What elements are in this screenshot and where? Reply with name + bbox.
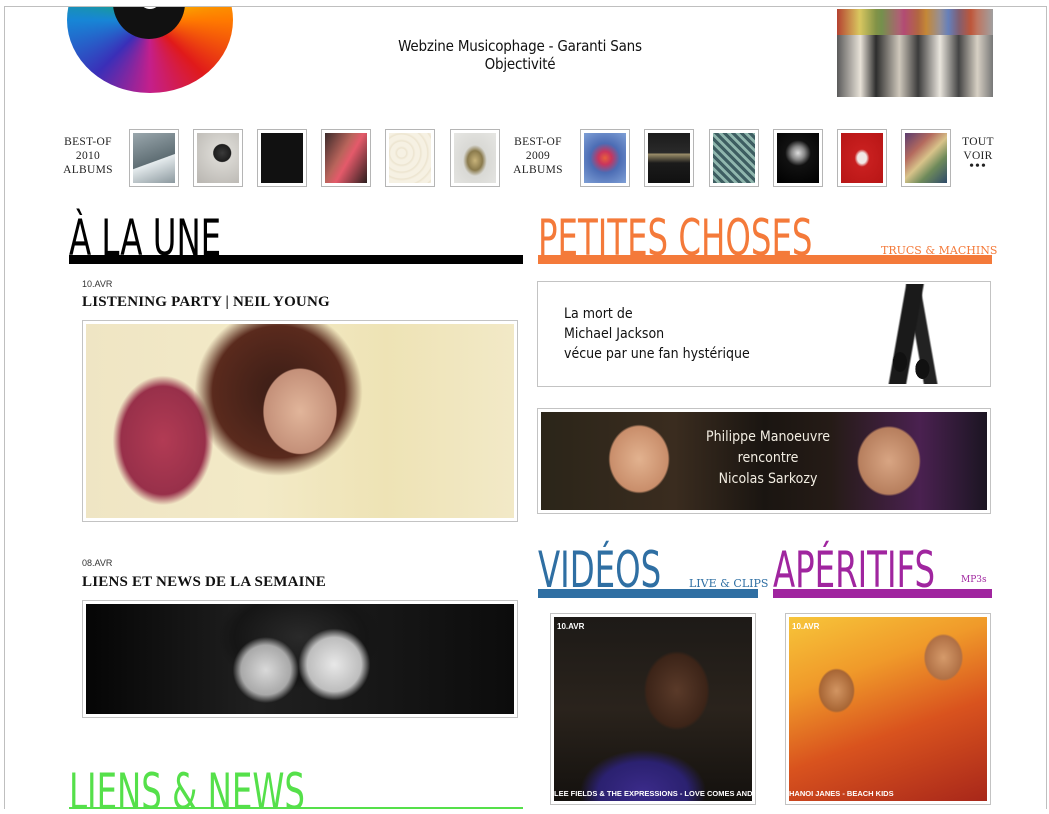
album-cover[interactable] — [709, 129, 759, 187]
album-cover[interactable] — [773, 129, 823, 187]
michael-jackson-feet-image — [876, 284, 956, 384]
section-title-videos[interactable]: VIDÉOS — [538, 545, 661, 595]
album-cover[interactable] — [580, 129, 630, 187]
album-cover[interactable] — [385, 129, 435, 187]
album-cover[interactable] — [321, 129, 371, 187]
site-tagline: Webzine Musicophage - Garanti Sans Objec… — [398, 37, 642, 73]
liens-news-bar — [69, 807, 523, 809]
best-of-2010-label[interactable]: BEST-OF 2010 ALBUMS — [61, 135, 115, 177]
section-title-aperitifs[interactable]: APÉRITIFS — [773, 545, 935, 595]
videos-bar — [538, 589, 758, 598]
site-logo[interactable] — [67, 7, 233, 93]
article-image-liens-news[interactable] — [82, 600, 518, 718]
album-cover[interactable] — [450, 129, 500, 187]
album-cover[interactable] — [644, 129, 694, 187]
petites-choses-bar — [538, 255, 992, 264]
article-date: 08.AVR — [82, 558, 113, 568]
best-of-2009-label[interactable]: BEST-OF 2009 ALBUMS — [511, 135, 565, 177]
video-item-lee-fields[interactable]: 10.AVR LEE FIELDS & THE EXPRESSIONS - LO… — [550, 613, 756, 805]
album-cover[interactable] — [257, 129, 307, 187]
more-dots-icon: ••• — [969, 159, 987, 174]
aperitifs-subtitle: MP3s — [961, 575, 987, 585]
aperitif-caption: HANOI JANES - BEACH KIDS — [789, 789, 894, 798]
video-caption: LEE FIELDS & THE EXPRESSIONS - LOVE COME… — [554, 789, 752, 798]
tout-voir-link[interactable]: TOUT VOIR ••• — [951, 135, 1005, 174]
article-date: 10.AVR — [82, 279, 113, 289]
header-band-photo[interactable] — [837, 9, 993, 97]
petites-choses-item-michael-jackson[interactable]: La mort de Michael Jackson vécue par une… — [537, 281, 991, 387]
album-cover[interactable] — [193, 129, 243, 187]
article-image-neil-young[interactable] — [82, 320, 518, 522]
section-title-liens-news[interactable]: LIENS & NEWS — [69, 767, 305, 809]
album-cover[interactable] — [837, 129, 887, 187]
article-title[interactable]: LISTENING PARTY | NEIL YOUNG — [82, 294, 330, 311]
article-title[interactable]: LIENS ET NEWS DE LA SEMAINE — [82, 574, 326, 591]
petites-choses-item-sarkozy[interactable]: Philippe Manoeuvre rencontre Nicolas Sar… — [537, 408, 991, 514]
album-cover[interactable] — [129, 129, 179, 187]
aperitif-item-hanoi-janes[interactable]: 10.AVR HANOI JANES - BEACH KIDS — [785, 613, 991, 805]
video-date: 10.AVR — [557, 622, 585, 631]
aperitifs-bar — [773, 589, 992, 598]
a-la-une-bar — [69, 255, 523, 264]
page-frame: Webzine Musicophage - Garanti Sans Objec… — [4, 6, 1047, 809]
aperitif-date: 10.AVR — [792, 622, 820, 631]
album-cover[interactable] — [901, 129, 951, 187]
